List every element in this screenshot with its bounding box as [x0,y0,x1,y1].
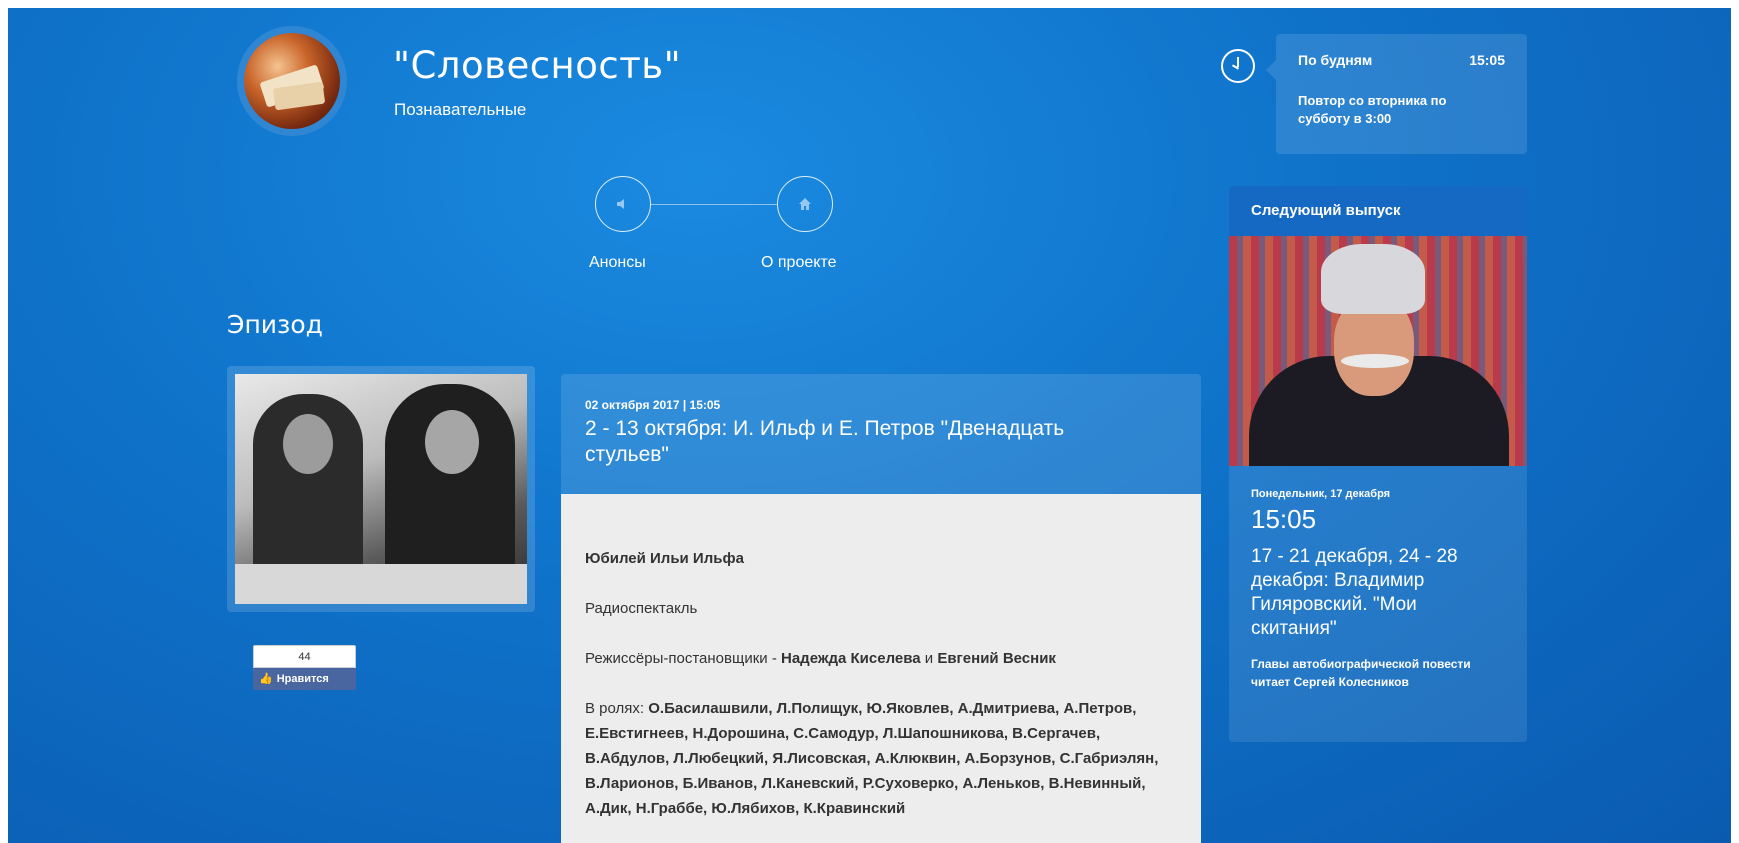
next-release-image[interactable] [1229,236,1527,466]
cast-list: О.Басилашвили, Л.Полищук, Ю.Яковлев, А.Д… [585,700,1159,817]
next-release-day: Понедельник, 17 декабря [1251,488,1391,500]
like-button[interactable]: 👍 Нравится [253,668,356,690]
clock-icon [1221,49,1255,83]
schedule-days: По будням [1298,52,1373,68]
director-1: Надежда Киселева [781,650,921,667]
next-release-heading: Следующий выпуск [1229,186,1527,236]
speaker-icon[interactable] [595,176,651,232]
cast-label: В ролях: [585,700,649,717]
schedule-time: 15:05 [1469,52,1505,68]
book-logo-image [244,33,340,129]
episode-cast: В ролях: О.Басилашвили, Л.Полищук, Ю.Яко… [585,696,1177,821]
episode-directors: Режиссёры-постановщики - Надежда Киселев… [585,646,1177,671]
schedule-repeat: Повтор со вторника по субботу в 3:00 [1298,93,1447,126]
like-label: Нравится [276,673,329,685]
episode-heading: Юбилей Ильи Ильфа [585,550,744,567]
episode-image[interactable] [227,366,535,612]
home-icon[interactable] [777,176,833,232]
director-2: Евгений Весник [937,650,1056,667]
nav-about-link[interactable]: О проекте [761,254,836,272]
episode-card: 02 октября 2017 | 15:05 2 - 13 октября: … [561,374,1201,843]
section-title: Эпизод [227,310,323,339]
episode-title[interactable]: 2 - 13 октября: И. Ильф и Е. Петров "Две… [585,416,1145,468]
program-category: Познавательные [394,100,527,119]
thumbs-up-icon: 👍 [259,673,273,685]
page-background: "Словесность" Познавательные По будням 1… [8,8,1731,843]
episode-date: 02 октября 2017 | 15:05 [585,398,721,412]
next-release-title[interactable]: 17 - 21 декабря, 24 - 28 декабря: Владим… [1251,545,1505,641]
like-count: 44 [253,645,356,668]
episode-card-header: 02 октября 2017 | 15:05 2 - 13 октября: … [561,374,1201,494]
episode-photo [235,374,527,604]
program-logo [237,26,347,136]
episode-description: Юбилей Ильи Ильфа Радиоспектакль Режиссё… [561,494,1201,843]
next-release-description: Главы автобиографической повести читает … [1251,657,1471,689]
schedule-box: По будням 15:05 Повтор со вторника по су… [1266,34,1527,154]
directors-and: и [920,650,938,667]
facebook-like-widget[interactable]: 44 👍 Нравится [253,645,356,690]
program-title: "Словесность" [393,44,682,87]
directors-label: Режиссёры-постановщики - [585,650,781,667]
next-release-panel: Следующий выпуск Понедельник, 17 декабря… [1229,186,1527,742]
episode-genre: Радиоспектакль [585,600,698,617]
nav-connector-line [651,204,777,205]
nav-anons-link[interactable]: Анонсы [589,254,646,272]
next-release-time: 15:05 [1251,504,1317,534]
